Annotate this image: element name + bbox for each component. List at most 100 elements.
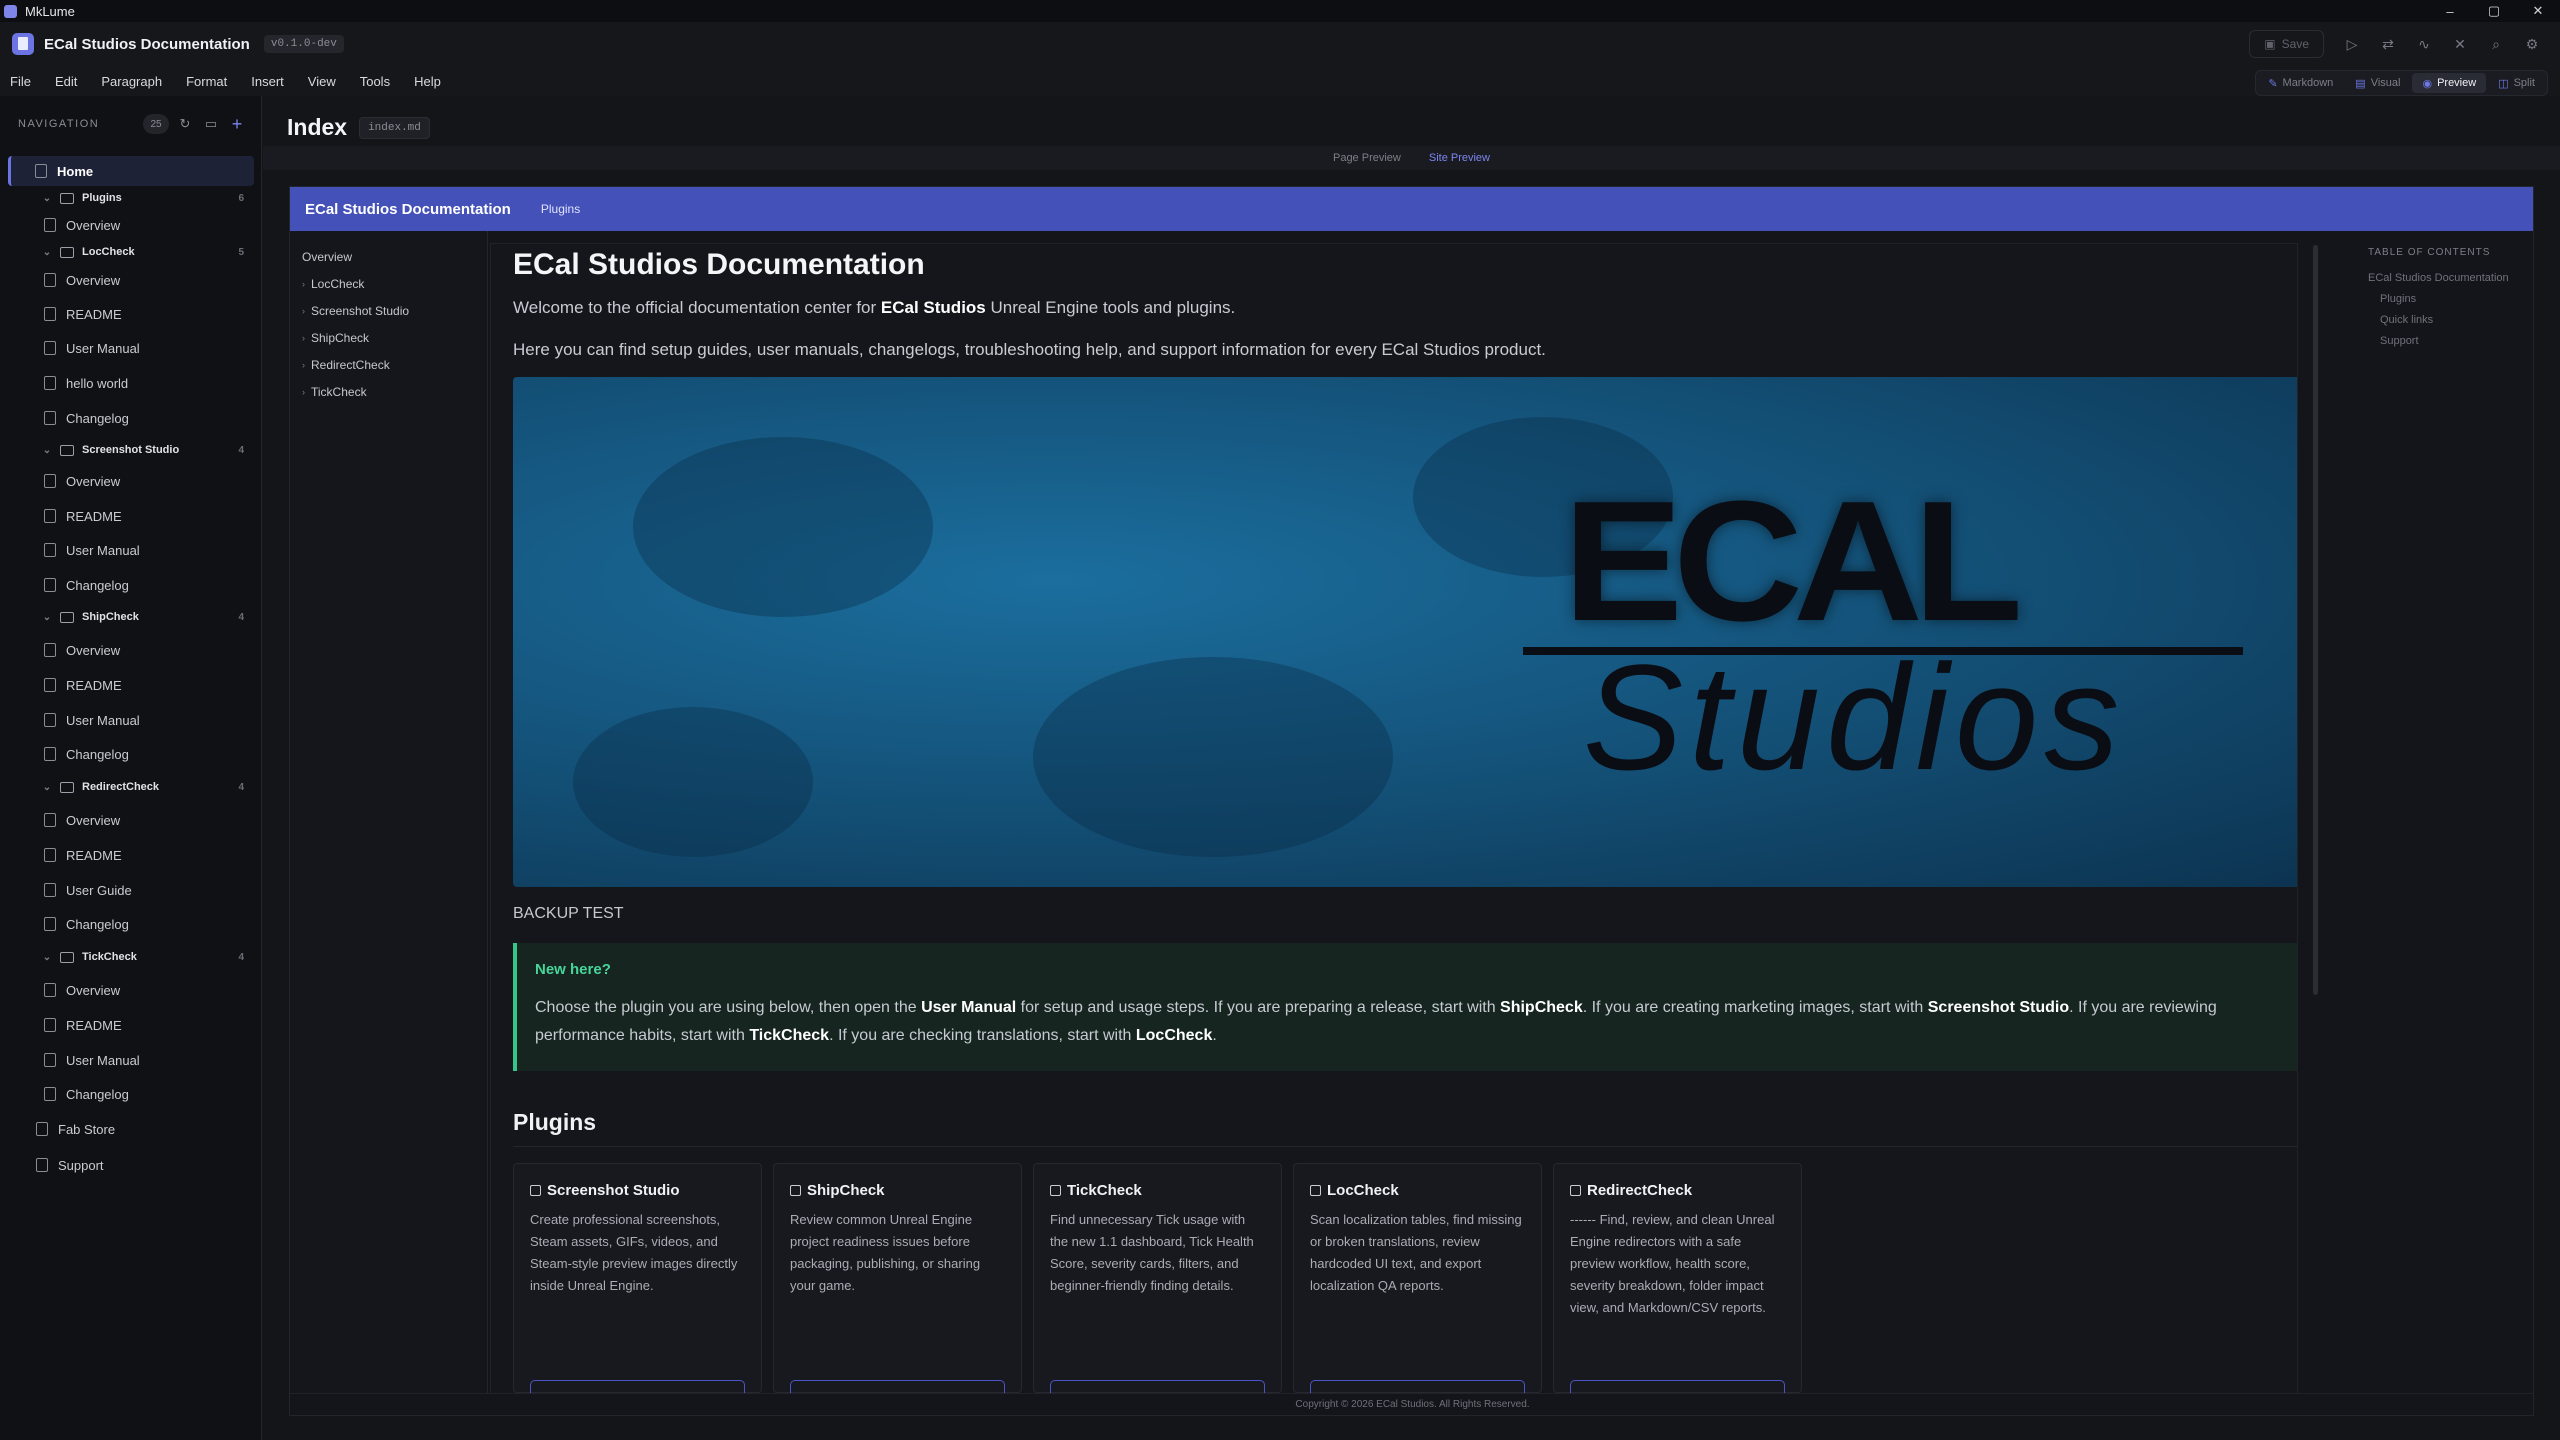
tab-site-preview[interactable]: Site Preview (1423, 150, 1496, 166)
view-mode-markdown[interactable]: ✎ Markdown (2258, 73, 2343, 93)
toc-link[interactable]: Quick links (2368, 310, 2532, 331)
sidebar-tools: 25 ↻ ▭ + (143, 114, 247, 134)
sidebar-item-overview[interactable]: Overview (8, 210, 254, 240)
sidebar-item-label: Changelog (66, 746, 129, 762)
site-nav-item[interactable]: › RedirectCheck (290, 351, 487, 378)
sidebar-item-redirectcheck[interactable]: ⌄ RedirectCheck 4 (8, 772, 254, 802)
chevron-down-icon: ⌄ (42, 611, 52, 623)
sidebar-item-plugins[interactable]: ⌄ Plugins 6 (8, 183, 254, 213)
page-icon (35, 164, 47, 178)
sidebar-item-label: Overview (66, 272, 121, 288)
site-brand[interactable]: ECal Studios Documentation (305, 201, 511, 218)
sidebar-item-hello-world[interactable]: hello world (8, 368, 254, 398)
search-icon[interactable]: ⌕ (2480, 30, 2512, 58)
plugin-card[interactable]: RedirectCheck ------ Find, review, and cl… (1553, 1162, 1802, 1400)
sidebar-item-user-manual[interactable]: User Manual (8, 333, 254, 363)
sidebar-item-readme[interactable]: README (8, 501, 254, 531)
sidebar-item-label: Changelog (66, 410, 129, 426)
menu-insert[interactable]: Insert (251, 74, 284, 89)
sync-icon[interactable]: ⇄ (2372, 30, 2404, 58)
menu-file[interactable]: File (10, 74, 31, 89)
sidebar-item-overview[interactable]: Overview (8, 975, 254, 1005)
menu-format[interactable]: Format (186, 74, 227, 89)
view-mode-label: Visual (2370, 77, 2401, 89)
card-title: Screenshot Studio (530, 1182, 745, 1199)
folder-count: 4 (238, 951, 244, 963)
sidebar-item-readme[interactable]: README (8, 1010, 254, 1040)
sidebar-item-changelog[interactable]: Changelog (8, 570, 254, 600)
sidebar-item-overview[interactable]: Overview (8, 805, 254, 835)
chevron-down-icon: ⌄ (42, 246, 52, 258)
menu-edit[interactable]: Edit (55, 74, 77, 89)
sidebar-item-shipcheck[interactable]: ⌄ ShipCheck 4 (8, 602, 254, 632)
refresh-icon[interactable]: ↻ (175, 114, 195, 134)
close-doc-icon[interactable]: ✕ (2444, 30, 2476, 58)
sidebar-item-home[interactable]: Home (8, 156, 254, 186)
site-nav-item[interactable]: › TickCheck (290, 378, 487, 405)
maximize-button[interactable]: ▢ (2472, 0, 2516, 22)
chevron-down-icon: ⌄ (42, 781, 52, 793)
sidebar-item-changelog[interactable]: Changelog (8, 403, 254, 433)
sidebar-item-user-manual[interactable]: User Manual (8, 705, 254, 735)
toc-link[interactable]: Plugins (2368, 289, 2532, 310)
sidebar-item-readme[interactable]: README (8, 670, 254, 700)
backup-text: BACKUP TEST (513, 904, 624, 922)
folder-icon[interactable]: ▭ (201, 114, 221, 134)
site-nav-item[interactable]: › Screenshot Studio (290, 297, 487, 324)
page-count-badge: 25 (143, 114, 169, 134)
intro-paragraph-2: Here you can find setup guides, user man… (513, 339, 1546, 359)
menu-view[interactable]: View (308, 74, 336, 89)
menu-help[interactable]: Help (414, 74, 441, 89)
sidebar-item-user-manual[interactable]: User Manual (8, 1045, 254, 1075)
app-window: MkLume – ▢ ✕ ECal Studios Documentation … (0, 0, 2560, 1440)
card-title-text: LocCheck (1327, 1181, 1399, 1199)
plugin-card[interactable]: LocCheck Scan localization tables, find m… (1293, 1162, 1542, 1400)
chevron-right-icon: › (302, 278, 305, 289)
view-mode-preview[interactable]: ◉ Preview (2412, 73, 2487, 93)
pen-icon: ✎ (2268, 77, 2278, 90)
sidebar-item-readme[interactable]: README (8, 840, 254, 870)
sidebar-item-label: Changelog (66, 577, 129, 593)
sidebar-item-changelog[interactable]: Changelog (8, 739, 254, 769)
page-icon (44, 747, 56, 761)
minimize-button[interactable]: – (2428, 0, 2472, 22)
gear-icon[interactable]: ⚙ (2516, 30, 2548, 58)
sidebar-item-overview[interactable]: Overview (8, 466, 254, 496)
activity-icon[interactable]: ∿ (2408, 30, 2440, 58)
sidebar-item-overview[interactable]: Overview (8, 265, 254, 295)
sidebar-item-changelog[interactable]: Changelog (8, 1079, 254, 1109)
plugin-card[interactable]: ShipCheck Review common Unreal Engine pro… (773, 1162, 1022, 1400)
sidebar-item-tickcheck[interactable]: ⌄ TickCheck 4 (8, 942, 254, 972)
toc-link[interactable]: ECal Studios Documentation (2368, 268, 2532, 289)
site-nav-label: LocCheck (311, 276, 365, 291)
close-button[interactable]: ✕ (2516, 0, 2560, 22)
sidebar-item-support[interactable]: Support (8, 1150, 254, 1180)
view-mode-split[interactable]: ◫ Split (2488, 73, 2545, 93)
sidebar-item-user-guide[interactable]: User Guide (8, 875, 254, 905)
sidebar-item-fab-store[interactable]: Fab Store (8, 1114, 254, 1144)
site-nav-item[interactable]: › LocCheck (290, 270, 487, 297)
save-button[interactable]: ▣ Save (2249, 30, 2324, 58)
sidebar-item-loccheck[interactable]: ⌄ LocCheck 5 (8, 237, 254, 267)
tab-page-preview[interactable]: Page Preview (1327, 150, 1407, 166)
sidebar-item-screenshot-studio[interactable]: ⌄ Screenshot Studio 4 (8, 435, 254, 465)
add-page-icon[interactable]: + (227, 114, 247, 134)
plugin-card[interactable]: TickCheck Find unnecessary Tick usage wit… (1033, 1162, 1282, 1400)
sidebar-item-readme[interactable]: README (8, 299, 254, 329)
site-nav-item[interactable]: › ShipCheck (290, 324, 487, 351)
sidebar-item-changelog[interactable]: Changelog (8, 909, 254, 939)
toc-link[interactable]: Support (2368, 331, 2532, 352)
sidebar-item-label: README (66, 847, 122, 863)
folder-icon (60, 611, 74, 623)
site-top-link[interactable]: Plugins (541, 202, 580, 216)
callout-text-part: . If you are checking translations, star… (829, 1026, 1136, 1044)
page-icon (44, 543, 56, 557)
sidebar-item-user-manual[interactable]: User Manual (8, 535, 254, 565)
sidebar-item-overview[interactable]: Overview (8, 635, 254, 665)
view-mode-visual[interactable]: ▤ Visual (2345, 73, 2410, 93)
run-icon[interactable]: ▷ (2336, 30, 2368, 58)
plugin-card[interactable]: Screenshot Studio Create professional scr… (513, 1162, 762, 1400)
site-nav-item[interactable]: Overview (290, 243, 487, 270)
menu-paragraph[interactable]: Paragraph (101, 74, 162, 89)
menu-tools[interactable]: Tools (360, 74, 390, 89)
